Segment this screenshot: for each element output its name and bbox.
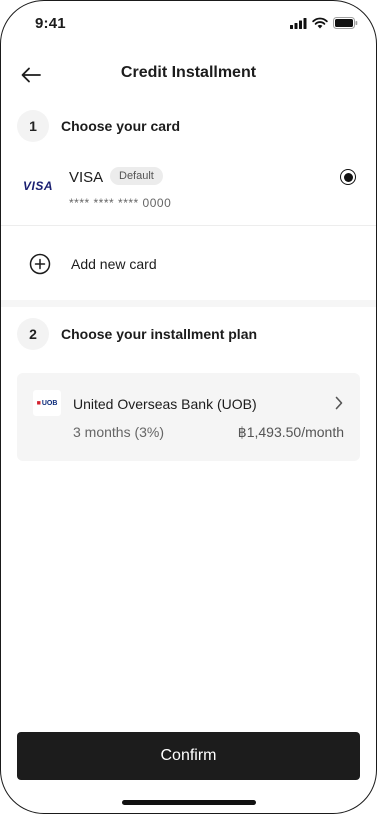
visa-logo: VISA [23,179,54,193]
step-title: Choose your installment plan [61,326,258,342]
chevron-right-icon [335,396,343,410]
home-indicator [122,800,256,805]
status-icons [290,17,358,29]
step-title: Choose your card [61,118,181,134]
plan-monthly-amount: ฿1,493.50/month [237,424,344,440]
section-separator [1,300,376,307]
status-bar: 9:41 [1,1,376,47]
wifi-icon [312,17,328,29]
uob-mark-icon: ■ [36,399,41,407]
page-title: Credit Installment [120,64,257,81]
add-new-card-button[interactable]: Add new card [1,243,376,287]
add-card-label: Add new card [71,256,157,272]
radio-dot [343,172,353,182]
default-badge: Default [110,167,163,185]
divider [1,225,376,226]
bank-logo-text: UOB [41,399,58,407]
battery-icon [333,17,358,29]
status-time: 9:41 [35,15,66,32]
card-radio-selected[interactable] [340,169,356,185]
bank-name: United Overseas Bank (UOB) [73,396,257,412]
signal-icon [290,17,307,29]
step-number: 2 [17,318,49,350]
plus-circle-icon [29,253,51,275]
confirm-button[interactable]: Confirm [17,732,360,780]
step-2-header: 2 Choose your installment plan [17,318,257,350]
card-number: **** **** **** 0000 [69,196,172,210]
step-number: 1 [17,110,49,142]
installment-plan-card[interactable]: ■ UOB United Overseas Bank (UOB) 3 months… [17,373,360,461]
uob-bank-logo: ■ UOB [33,390,61,416]
phone-frame: 9:41 Credit Installment 1 Choose your ca… [0,0,377,814]
card-name: VISA [69,169,104,186]
saved-card-visa[interactable]: VISA VISA Default **** **** **** 0000 [1,155,376,225]
plan-term: 3 months (3%) [73,424,165,440]
step-1-header: 1 Choose your card [17,110,180,142]
